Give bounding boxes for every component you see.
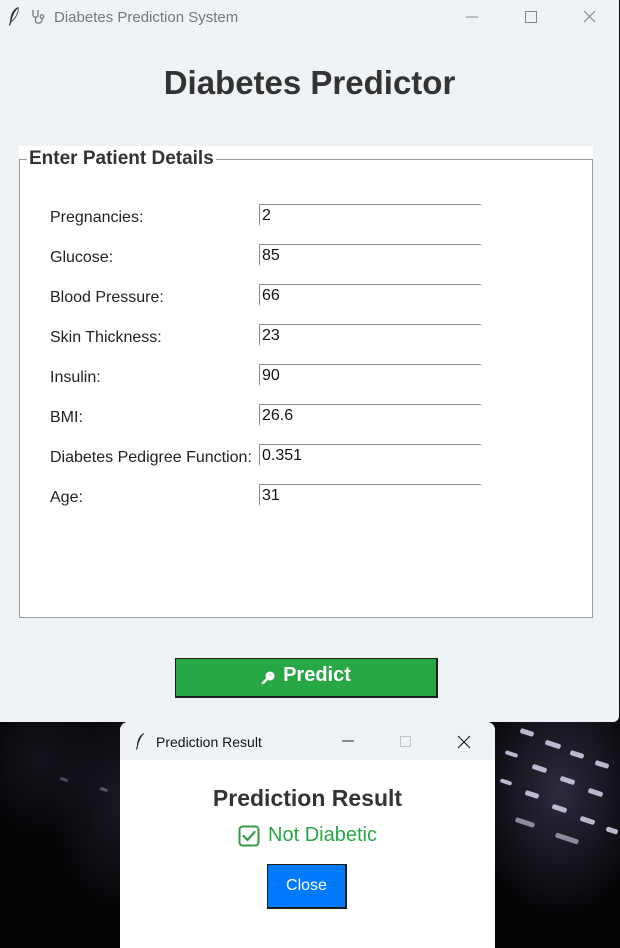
field-row-pregnancies: Pregnancies: — [19, 204, 593, 230]
pedigree-label: Diabetes Pedigree Function: — [50, 449, 252, 466]
patient-details-frame: Enter Patient Details Pregnancies: Gluco… — [19, 146, 593, 618]
result-status-text: Not Diabetic — [268, 824, 377, 846]
age-label: Age: — [50, 489, 83, 506]
check-box-icon — [238, 825, 260, 846]
pregnancies-input[interactable] — [259, 204, 481, 225]
predict-button-content: Predict — [261, 664, 351, 687]
close-button[interactable]: Close — [267, 864, 347, 909]
close-icon — [583, 10, 596, 23]
dialog-title-bar[interactable]: Prediction Result — [120, 722, 495, 760]
glucose-label: Glucose: — [50, 249, 114, 266]
field-row-skin-thickness: Skin Thickness: — [19, 324, 593, 350]
feather-icon — [135, 732, 145, 750]
feather-icon — [8, 6, 19, 26]
blood-pressure-label: Blood Pressure: — [50, 289, 164, 306]
maximize-button[interactable] — [501, 0, 559, 34]
pregnancies-label: Pregnancies: — [50, 209, 144, 226]
field-row-bmi: BMI: — [19, 404, 593, 430]
field-row-age: Age: — [19, 484, 593, 510]
frame-legend: Enter Patient Details — [27, 148, 216, 170]
prediction-result-dialog: Prediction Result Prediction Result Not … — [120, 722, 495, 948]
title-bar[interactable]: Diabetes Prediction System — [0, 0, 619, 34]
close-icon — [457, 735, 471, 749]
magnifier-icon — [261, 671, 275, 685]
dialog-close-window-button[interactable] — [435, 722, 493, 760]
close-window-button[interactable] — [560, 0, 618, 34]
blood-pressure-input[interactable] — [259, 284, 481, 305]
maximize-icon — [525, 11, 537, 23]
age-input[interactable] — [259, 484, 481, 505]
skin-thickness-input[interactable] — [259, 324, 481, 345]
dialog-title: Prediction Result — [156, 734, 262, 750]
minimize-icon — [466, 16, 478, 18]
app-heading: Diabetes Predictor — [163, 64, 456, 101]
stethoscope-icon — [32, 10, 45, 24]
field-row-glucose: Glucose: — [19, 244, 593, 270]
result-status: Not Diabetic — [120, 824, 495, 853]
field-row-pedigree: Diabetes Pedigree Function: — [19, 444, 593, 470]
insulin-label: Insulin: — [50, 369, 101, 386]
bmi-label: BMI: — [50, 409, 83, 426]
dialog-minimize-button[interactable] — [319, 722, 377, 760]
main-window: Diabetes Prediction System Diabetes Pred… — [0, 0, 619, 722]
field-row-insulin: Insulin: — [19, 364, 593, 390]
result-status-content: Not Diabetic — [238, 824, 377, 847]
skin-thickness-label: Skin Thickness: — [50, 329, 162, 346]
minimize-icon — [342, 740, 354, 742]
dialog-maximize-button[interactable] — [377, 722, 435, 760]
result-heading: Prediction Result — [212, 785, 403, 811]
field-row-blood-pressure: Blood Pressure: — [19, 284, 593, 310]
predict-button-label: Predict — [283, 663, 351, 686]
maximize-icon — [400, 736, 411, 747]
minimize-button[interactable] — [443, 0, 501, 34]
insulin-input[interactable] — [259, 364, 481, 385]
predict-button[interactable]: Predict — [175, 658, 438, 698]
bmi-input[interactable] — [259, 404, 481, 425]
window-title: Diabetes Prediction System — [54, 9, 239, 26]
pedigree-input[interactable] — [259, 444, 481, 465]
glucose-input[interactable] — [259, 244, 481, 265]
